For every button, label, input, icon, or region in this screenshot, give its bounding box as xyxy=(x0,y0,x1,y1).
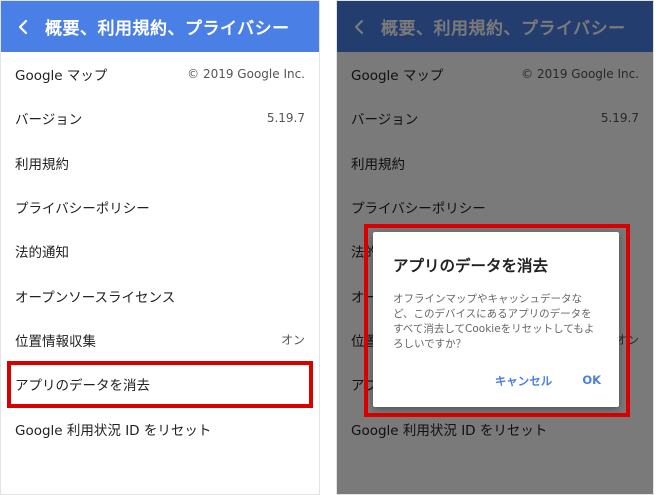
ok-button[interactable]: OK xyxy=(582,373,601,389)
setting-terms[interactable]: 利用規約 xyxy=(1,141,319,185)
clear-data-dialog: アプリのデータを消去 オフラインマップやキャッシュデータなど、このデバイスにある… xyxy=(373,232,619,407)
setting-label: オープンソースライセンス xyxy=(15,289,176,306)
setting-open-source-licenses[interactable]: オープンソースライセンス xyxy=(1,273,319,317)
back-arrow-icon[interactable] xyxy=(1,1,45,52)
setting-value: © 2019 Google Inc. xyxy=(187,67,305,82)
setting-label: Google マップ xyxy=(15,68,108,85)
setting-location-collection[interactable]: 位置情報収集 オン xyxy=(1,318,319,362)
setting-label: 法的通知 xyxy=(15,245,69,262)
page-title: 概要、利用規約、プライバシー xyxy=(45,19,290,39)
screen-after: 概要、利用規約、プライバシー Google マップ © 2019 Google … xyxy=(336,0,654,495)
highlight-frame xyxy=(7,361,313,408)
setting-label: 利用規約 xyxy=(15,156,69,173)
setting-label: Google 利用状況 ID をリセット xyxy=(15,422,212,439)
app-bar: 概要、利用規約、プライバシー xyxy=(1,1,319,52)
screen-before: 概要、利用規約、プライバシー Google マップ © 2019 Google … xyxy=(0,0,320,495)
setting-google-maps[interactable]: Google マップ © 2019 Google Inc. xyxy=(1,52,319,96)
setting-value: オン xyxy=(280,333,305,348)
setting-label: バージョン xyxy=(15,112,83,129)
setting-privacy-policy[interactable]: プライバシーポリシー xyxy=(1,185,319,229)
cancel-button[interactable]: キャンセル xyxy=(495,373,553,389)
dialog-actions: キャンセル OK xyxy=(495,373,601,389)
setting-reset-usage-id[interactable]: Google 利用状況 ID をリセット xyxy=(1,406,319,450)
dialog-message: オフラインマップやキャッシュデータなど、このデバイスにあるアプリのデータをすべて… xyxy=(393,293,595,350)
setting-label: 位置情報収集 xyxy=(15,333,96,350)
setting-version[interactable]: バージョン 5.19.7 xyxy=(1,96,319,140)
setting-label: プライバシーポリシー xyxy=(15,201,150,218)
setting-legal-notice[interactable]: 法的通知 xyxy=(1,229,319,273)
dialog-title: アプリのデータを消去 xyxy=(393,257,549,275)
setting-value: 5.19.7 xyxy=(266,111,305,126)
